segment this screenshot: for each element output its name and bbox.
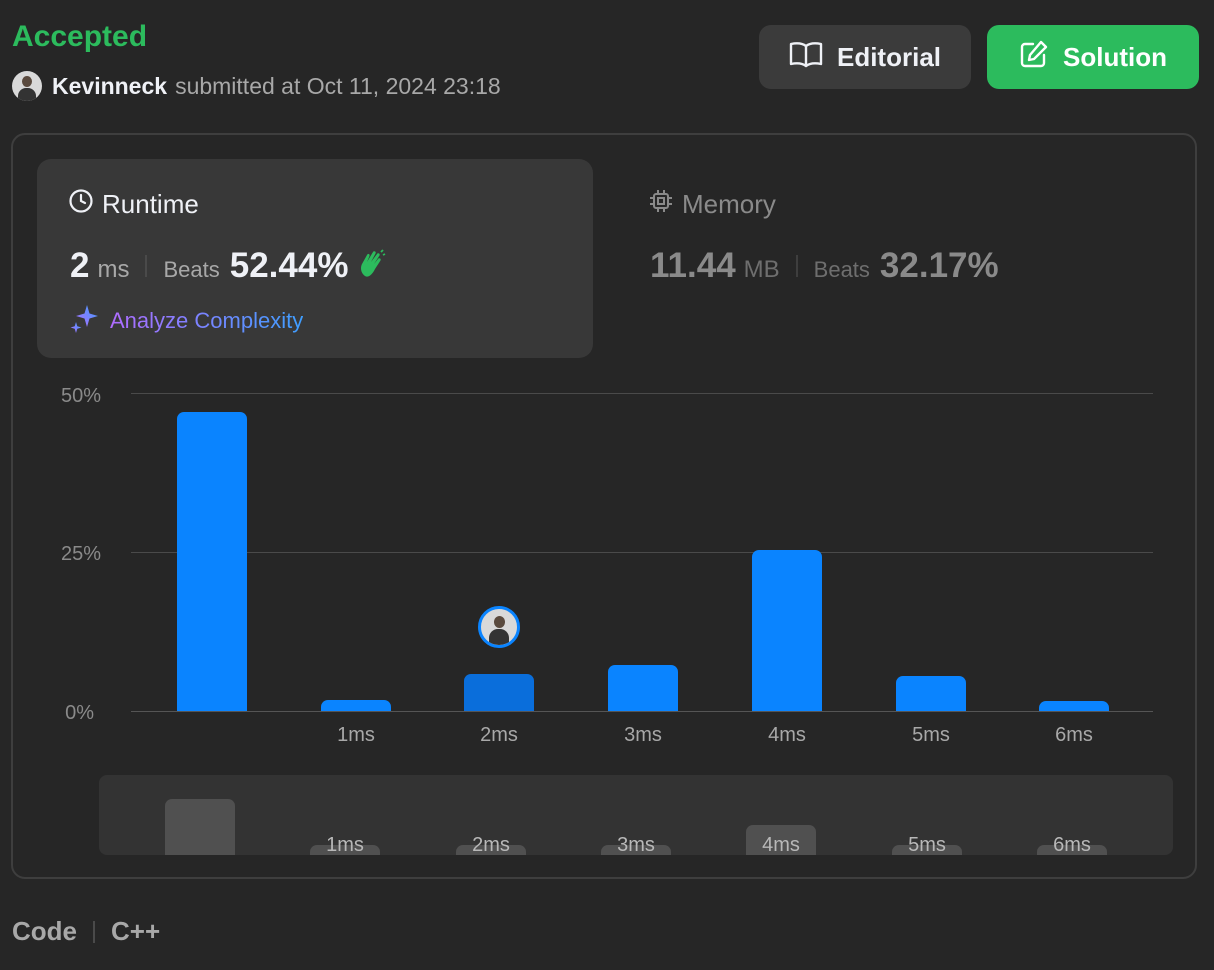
memory-unit: MB	[743, 256, 780, 283]
language-label[interactable]: C++	[111, 916, 160, 947]
mini-chart-bar	[165, 798, 235, 855]
solution-button[interactable]: Solution	[987, 25, 1199, 89]
runtime-unit: ms	[97, 256, 130, 283]
chart-bar-under-1ms[interactable]	[177, 412, 247, 711]
code-label: Code	[12, 916, 77, 946]
x-tick-label: 6ms	[1055, 724, 1093, 746]
mini-chart-label: 6ms	[1053, 834, 1091, 855]
status-accepted: Accepted	[12, 20, 148, 53]
divider	[93, 920, 95, 943]
runtime-stats: 2 ms Beats 52.44%	[70, 246, 386, 286]
runtime-value: 2	[70, 246, 90, 285]
code-header: Code C++	[12, 916, 160, 947]
x-tick-label: 5ms	[912, 724, 950, 746]
runtime-beats-label: Beats	[163, 257, 220, 282]
chart-bar-1ms[interactable]	[321, 700, 391, 711]
username[interactable]: Kevinneck	[52, 73, 167, 100]
chart-bar-3ms[interactable]	[608, 664, 678, 711]
mini-chart-label: 5ms	[908, 834, 946, 855]
runtime-title: Runtime	[68, 188, 199, 221]
mini-chart-label: 3ms	[617, 834, 655, 855]
analyze-complexity-label: Analyze Complexity	[110, 308, 304, 333]
mini-chart-label: 4ms	[762, 834, 800, 855]
your-submission-avatar-marker	[478, 606, 520, 649]
divider	[795, 255, 798, 277]
divider	[145, 255, 148, 277]
user-avatar[interactable]	[12, 71, 42, 101]
memory-beats-label: Beats	[813, 257, 870, 282]
y-tick-50: 50%	[60, 385, 101, 407]
editorial-label: Editorial	[836, 41, 941, 72]
chart-bar-4ms[interactable]	[752, 550, 822, 711]
mini-chart-label: 1ms	[326, 834, 364, 855]
book-icon	[789, 40, 823, 75]
chip-icon	[648, 188, 674, 221]
memory-stats: 11.44 MB Beats 32.17%	[650, 246, 999, 286]
baseline	[131, 711, 1153, 712]
x-tick-label: 4ms	[768, 724, 806, 746]
memory-title: Memory	[648, 188, 776, 221]
memory-value: 11.44	[650, 246, 736, 285]
submitted-time: submitted at Oct 11, 2024 23:18	[175, 72, 501, 99]
mini-chart-label: 2ms	[472, 834, 510, 855]
sparkle-icon	[70, 303, 100, 339]
clock-icon	[68, 188, 94, 221]
x-tick-label: 2ms	[480, 724, 518, 746]
runtime-title-text: Runtime	[102, 189, 199, 219]
gridline	[131, 393, 1153, 394]
x-tick-label: 3ms	[624, 724, 662, 746]
chart-bar-2ms[interactable]	[464, 674, 534, 711]
memory-beats-value: 32.17%	[879, 246, 999, 285]
edit-icon	[1019, 39, 1049, 76]
mini-chart-navigator[interactable]: 1ms 2ms 3ms 4ms 5ms 6ms	[99, 775, 1173, 855]
runtime-beats-value: 52.44%	[229, 246, 349, 285]
x-tick-label: 1ms	[337, 724, 375, 746]
y-tick-0: 0%	[65, 702, 94, 724]
chart-bar-5ms[interactable]	[896, 676, 966, 711]
editorial-button[interactable]: Editorial	[759, 25, 971, 89]
submitter-info: Kevinneck submitted at Oct 11, 2024 23:1…	[12, 70, 501, 102]
gridline	[131, 552, 1153, 553]
clapping-hands-icon	[356, 248, 386, 284]
analyze-complexity-link[interactable]: Analyze Complexity	[70, 303, 303, 339]
chart-bar-6ms[interactable]	[1039, 700, 1109, 711]
solution-label: Solution	[1063, 41, 1167, 72]
memory-title-text: Memory	[682, 189, 776, 219]
y-tick-25: 25%	[60, 543, 101, 565]
